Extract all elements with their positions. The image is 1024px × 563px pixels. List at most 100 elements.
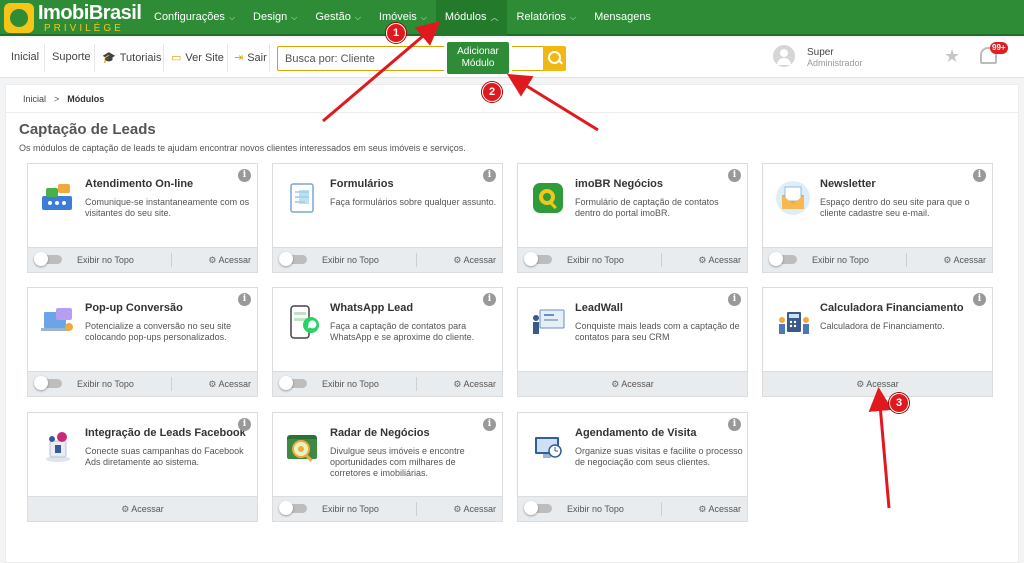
card-title: Atendimento On-line bbox=[85, 178, 194, 190]
link-ver-site[interactable]: ▭ Ver Site bbox=[171, 51, 224, 64]
access-button[interactable]: ⚙ Acessar bbox=[28, 504, 257, 515]
access-button[interactable]: ⚙ Acessar bbox=[453, 504, 496, 515]
access-button[interactable]: ⚙ Acessar bbox=[208, 255, 251, 266]
card-description: Calculadora de Financiamento. bbox=[820, 321, 945, 331]
menu-label: Gestão bbox=[315, 11, 351, 23]
access-label: Acessar bbox=[131, 504, 164, 514]
menu-gestao[interactable]: Gestão ⌵ bbox=[306, 0, 370, 36]
access-button[interactable]: ⚙ Acessar bbox=[208, 379, 251, 390]
access-button[interactable]: ⚙ Acessar bbox=[453, 379, 496, 390]
monitor-icon: ▭ bbox=[171, 52, 182, 64]
gear-icon: ⚙ bbox=[208, 255, 217, 265]
card-description: Faça formulários sobre qualquer assunto. bbox=[330, 197, 497, 207]
menu-label: Design bbox=[253, 11, 288, 23]
card-footer: Exibir no Topo ⚙ Acessar bbox=[273, 247, 502, 272]
card-footer: ⚙ Acessar bbox=[28, 496, 257, 521]
show-top-label: Exibir no Topo bbox=[322, 379, 379, 389]
breadcrumb-separator: > bbox=[54, 94, 60, 104]
card-footer: ⚙ Acessar bbox=[763, 371, 992, 396]
access-button[interactable]: ⚙ Acessar bbox=[453, 255, 496, 266]
access-button[interactable]: ⚙ Acessar bbox=[698, 504, 741, 515]
breadcrumb-current: Módulos bbox=[67, 94, 105, 104]
card-title: LeadWall bbox=[575, 302, 623, 314]
access-button[interactable]: ⚙ Acessar bbox=[518, 379, 747, 390]
info-icon[interactable]: i bbox=[728, 418, 741, 431]
show-top-toggle[interactable] bbox=[524, 501, 552, 515]
card-footer: Exibir no Topo ⚙ Acessar bbox=[518, 496, 747, 521]
card-description: Divulgue seus imóveis e encontre oportun… bbox=[330, 446, 465, 478]
info-icon[interactable]: i bbox=[238, 418, 251, 431]
menu-relatorios[interactable]: Relatórios ⌵ bbox=[507, 0, 585, 36]
step-marker-3: 3 bbox=[889, 393, 909, 413]
user-name[interactable]: Super bbox=[807, 47, 834, 58]
show-top-toggle[interactable] bbox=[279, 501, 307, 515]
card-description: Formulário de captação de contatos dentr… bbox=[575, 197, 719, 218]
chevron-down-icon: ⌵ bbox=[420, 13, 427, 22]
info-icon[interactable]: i bbox=[973, 169, 986, 182]
menu-label: Imóveis bbox=[378, 11, 417, 23]
module-card-leadwall: LeadWall Conquiste mais leads com a capt… bbox=[517, 287, 748, 397]
breadcrumb-home[interactable]: Inicial bbox=[23, 94, 46, 104]
menu-label: Mensagens bbox=[594, 11, 651, 23]
link-inicial[interactable]: Inicial bbox=[11, 51, 39, 63]
info-icon[interactable]: i bbox=[238, 169, 251, 182]
card-title: Formulários bbox=[330, 178, 394, 190]
popup-laptop-icon bbox=[41, 308, 73, 331]
divider bbox=[661, 253, 662, 267]
access-button[interactable]: ⚙ Acessar bbox=[763, 379, 992, 390]
card-footer: Exibir no Topo ⚙ Acessar bbox=[28, 247, 257, 272]
gear-icon: ⚙ bbox=[856, 379, 865, 389]
gear-icon: ⚙ bbox=[611, 379, 620, 389]
facebook-ads-icon bbox=[46, 432, 70, 462]
step-marker-2: 2 bbox=[482, 82, 502, 102]
user-avatar-icon[interactable] bbox=[773, 45, 795, 67]
logo[interactable]: ImobiBrasil PRIVILÉGE bbox=[4, 2, 144, 34]
show-top-label: Exibir no Topo bbox=[322, 255, 379, 265]
module-card-atendimento-online: Atendimento On-line Comunique-se instant… bbox=[27, 163, 258, 273]
schedule-monitor-icon bbox=[535, 437, 562, 458]
card-description: Faça a captação de contatos para WhatsAp… bbox=[330, 321, 475, 342]
card-title: imoBR Negócios bbox=[575, 178, 664, 190]
show-top-toggle[interactable] bbox=[279, 252, 307, 266]
info-icon[interactable]: i bbox=[483, 293, 496, 306]
module-card-formularios: Formulários Faça formulários sobre qualq… bbox=[272, 163, 503, 273]
add-module-button[interactable]: Adicionar Módulo bbox=[447, 42, 509, 74]
menu-label: Módulos bbox=[444, 11, 487, 23]
module-card-radar-negocios: Radar de Negócios Divulgue seus imóveis … bbox=[272, 412, 503, 522]
star-icon[interactable]: ★ bbox=[944, 46, 960, 67]
access-button[interactable]: ⚙ Acessar bbox=[943, 255, 986, 266]
show-top-label: Exibir no Topo bbox=[812, 255, 869, 265]
card-title: Pop-up Conversão bbox=[85, 302, 183, 314]
show-top-toggle[interactable] bbox=[279, 376, 307, 390]
menu-configuracoes[interactable]: Configurações ⌵ bbox=[145, 0, 244, 36]
toolbar: Inicial Suporte 🎓 Tutoriais ▭ Ver Site ⇥ Sa… bbox=[0, 38, 1024, 78]
card-title: Calculadora Financiamento bbox=[820, 302, 964, 314]
show-top-toggle[interactable] bbox=[769, 252, 797, 266]
access-label: Acessar bbox=[463, 504, 496, 514]
chat-devices-icon bbox=[42, 184, 72, 210]
show-top-toggle[interactable] bbox=[524, 252, 552, 266]
divider bbox=[269, 44, 270, 72]
menu-design[interactable]: Design ⌵ bbox=[244, 0, 306, 36]
menu-modulos[interactable]: Módulos ︿ bbox=[435, 0, 508, 36]
info-icon[interactable]: i bbox=[728, 169, 741, 182]
link-suporte[interactable]: Suporte bbox=[52, 51, 91, 63]
info-icon[interactable]: i bbox=[238, 293, 251, 306]
card-title: Agendamento de Visita bbox=[575, 427, 697, 439]
menu-mensagens[interactable]: Mensagens bbox=[585, 0, 660, 36]
link-sair[interactable]: ⇥ Sair bbox=[234, 51, 267, 64]
info-icon[interactable]: i bbox=[483, 418, 496, 431]
card-title: Newsletter bbox=[820, 178, 876, 190]
show-top-toggle[interactable] bbox=[34, 376, 62, 390]
search-icon[interactable] bbox=[543, 46, 566, 71]
access-button[interactable]: ⚙ Acessar bbox=[698, 255, 741, 266]
divider bbox=[163, 44, 164, 72]
info-icon[interactable]: i bbox=[483, 169, 496, 182]
link-tutoriais[interactable]: 🎓 Tutoriais bbox=[102, 51, 161, 64]
module-card-newsletter: Newsletter Espaço dentro do seu site par… bbox=[762, 163, 993, 273]
show-top-toggle[interactable] bbox=[34, 252, 62, 266]
access-label: Acessar bbox=[463, 379, 496, 389]
module-card-agendamento-visita: Agendamento de Visita Organize suas visi… bbox=[517, 412, 748, 522]
info-icon[interactable]: i bbox=[973, 293, 986, 306]
info-icon[interactable]: i bbox=[728, 293, 741, 306]
